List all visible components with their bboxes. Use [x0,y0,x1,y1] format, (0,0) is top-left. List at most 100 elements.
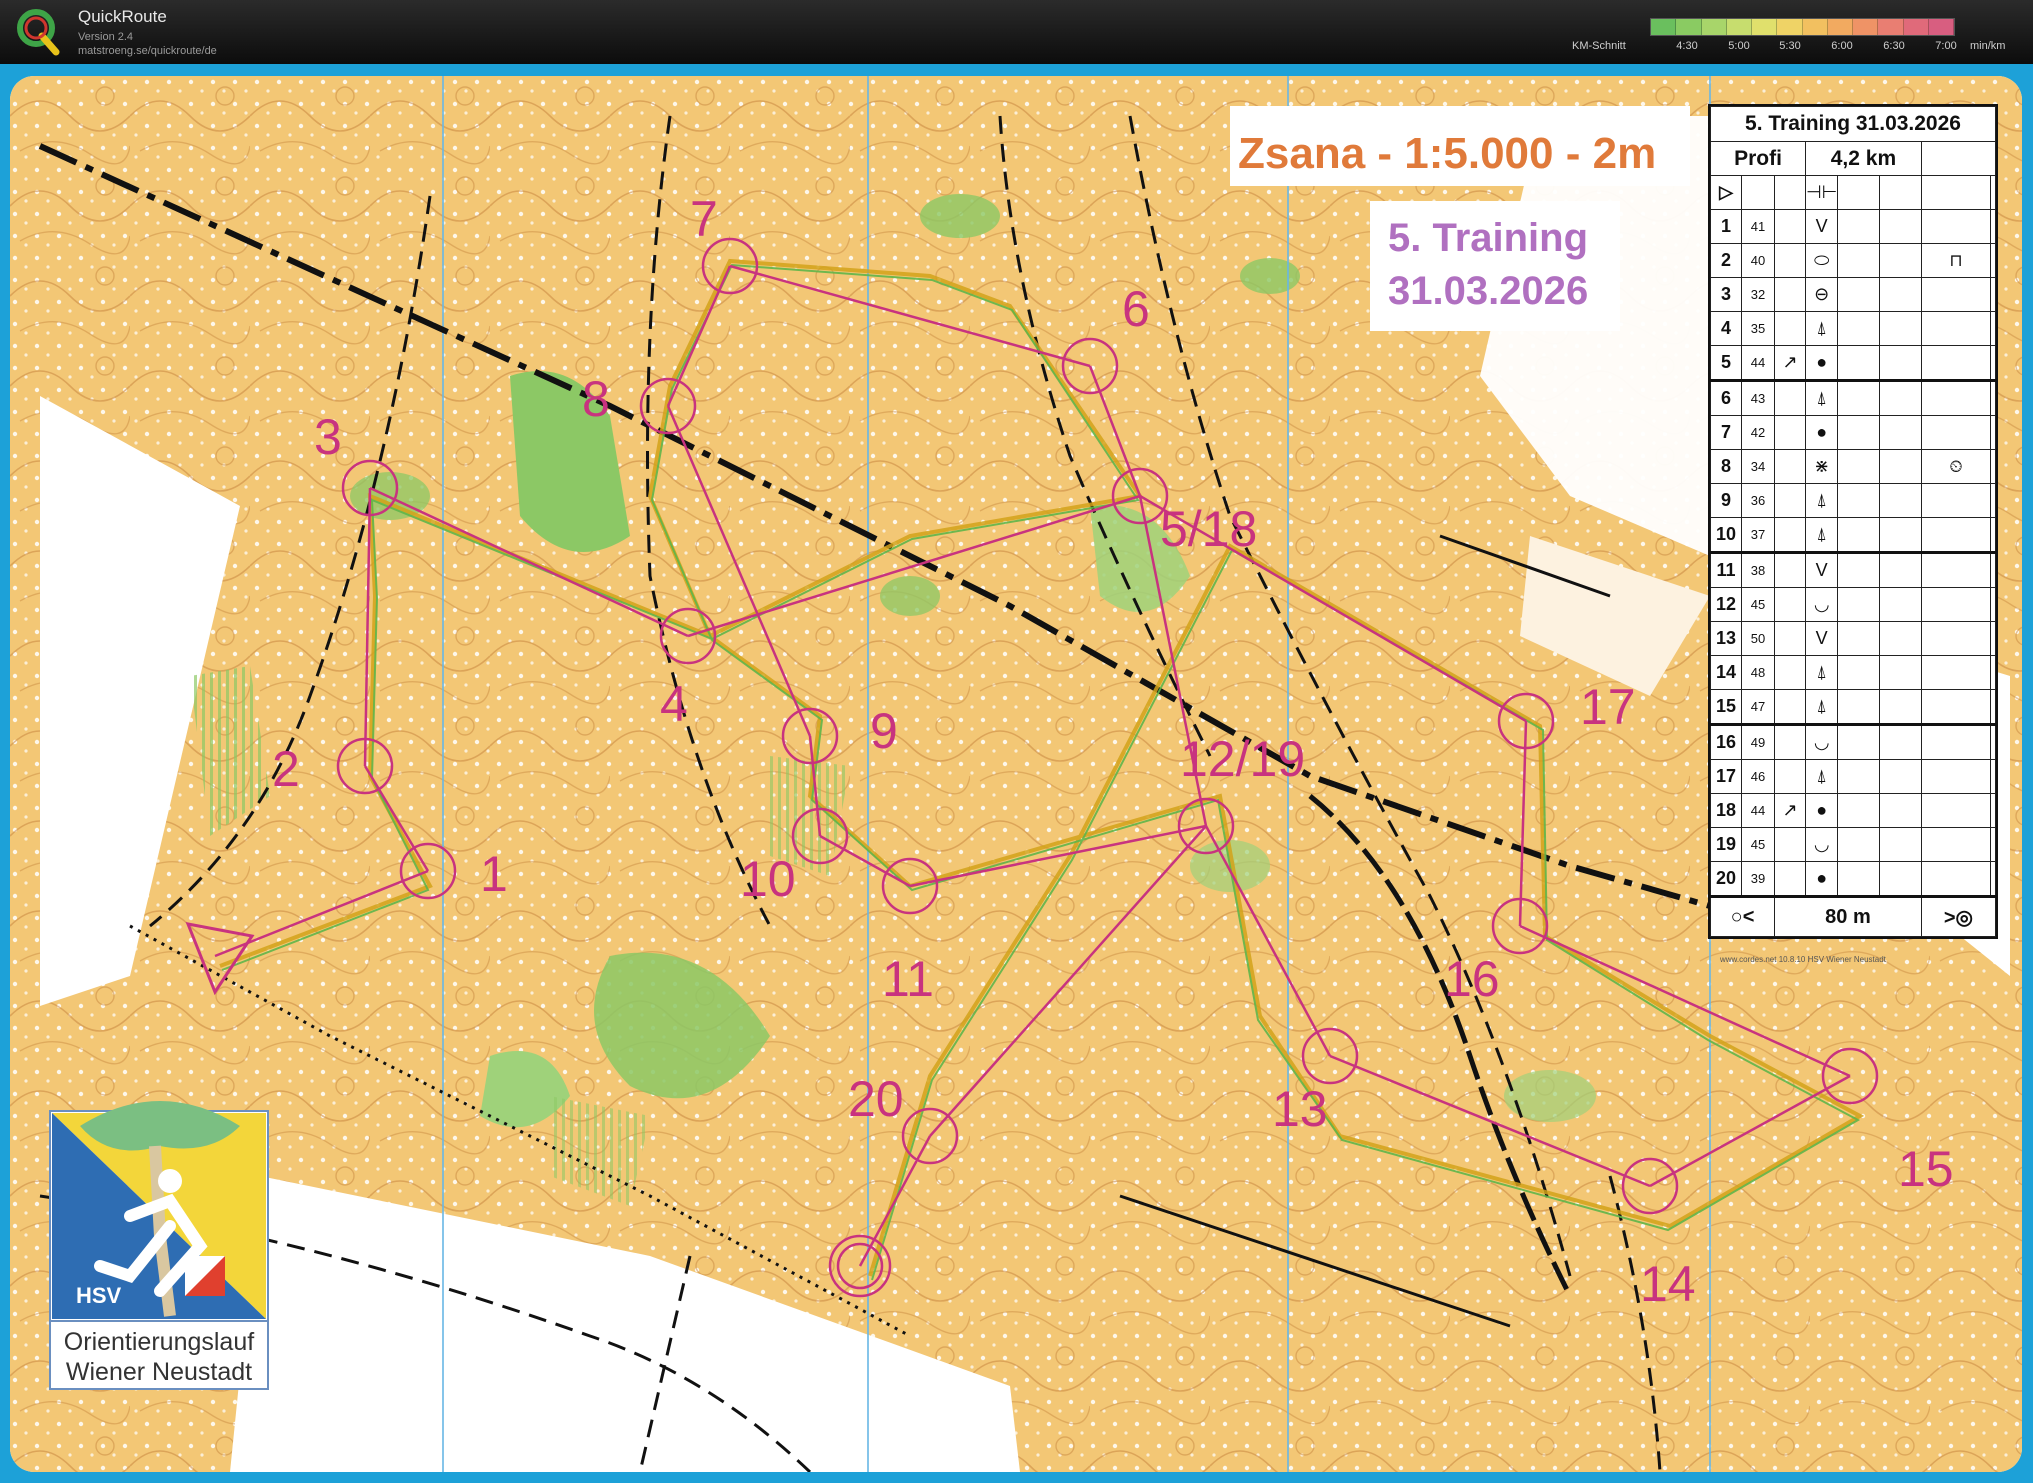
legend-cell [1879,724,1922,760]
legend-control-code: 47 [1741,689,1775,725]
speed-scale-segment [1802,19,1828,35]
legend-extra [1920,827,1992,862]
legend-control-code: 46 [1741,759,1775,794]
legend-cell [1879,793,1922,828]
legend-row: 17 46 ⍋ [1710,759,1996,794]
legend-feature: ⋇ [1804,449,1839,484]
legend-row: 4 35 ⍋ [1710,311,1996,346]
control-label: 13 [1272,1081,1328,1137]
speed-scale-segment [1726,19,1752,35]
legend-feature: ⍋ [1804,311,1839,346]
legend-cell [1837,311,1881,346]
legend-row: 2 40 ⬭ ⊓ [1710,243,1996,278]
quickroute-logo-icon [17,9,60,56]
legend-direction: ↗ [1774,793,1806,828]
legend-cell [1990,793,1996,828]
legend-feature: ⬭ [1804,243,1839,278]
legend-extra [1920,311,1992,346]
legend-cell [1990,587,1996,622]
legend-cell [1837,243,1881,278]
legend-feature: ◡ [1804,587,1839,622]
club-name-line1: Orientierungslauf [64,1328,254,1356]
legend-cell [1879,621,1922,656]
legend-cell [1990,861,1996,897]
legend-cell [1990,311,1996,346]
legend-extra [1920,415,1992,450]
control-label: 3 [314,409,342,465]
legend-feature: ⍋ [1804,483,1839,518]
legend-direction [1774,861,1806,897]
control-label: 4 [660,676,688,732]
legend-feature: ⍋ [1804,689,1839,725]
speed-scale-segment [1827,19,1853,35]
speed-scale-segment [1903,19,1929,35]
legend-length: 4,2 km [1805,141,1922,176]
legend-direction [1774,724,1806,760]
legend-direction [1774,243,1806,278]
legend-control-number: 5 [1710,345,1742,381]
legend-row: 11 38 V [1710,552,1996,588]
app-url[interactable]: matstroeng.se/quickroute/de [78,45,217,57]
legend-cell [1837,861,1881,897]
speed-scale-segment [1878,19,1904,35]
legend-control-code: 38 [1741,552,1775,588]
vegetation-green [1504,1070,1596,1122]
legend-extra: ⊓ [1920,243,1992,278]
legend-direction [1774,209,1806,244]
speed-label: KM-Schnitt [1572,40,1626,52]
speed-scale-segment [1777,19,1803,35]
legend-extra [1920,483,1992,518]
legend-cell [1990,345,1996,381]
legend-cell [1879,827,1922,862]
legend-row: 1 41 V [1710,209,1996,244]
legend-control-number: 9 [1710,483,1742,518]
legend-control-number: 18 [1710,793,1742,828]
legend-start-symbol: ▷ [1710,175,1742,210]
control-label: 11 [882,951,934,1007]
legend-feature: ◡ [1804,827,1839,862]
legend-row: 19 45 ◡ [1710,827,1996,862]
legend-row: 13 50 V [1710,621,1996,656]
app-version: Version 2.4 [78,31,134,43]
legend-cell [1879,587,1922,622]
legend-cell [1879,345,1922,381]
vegetation-green [1240,258,1300,294]
speed-tick: 6:30 [1883,40,1905,52]
control-label: 1 [480,846,508,902]
speed-scale-segment [1752,19,1778,35]
legend-cell [1990,380,1996,416]
legend-direction [1774,380,1806,416]
legend-direction [1774,277,1806,312]
legend-cell [1990,655,1996,690]
legend-extra [1920,552,1992,588]
legend-extra [1920,380,1992,416]
legend-control-number: 8 [1710,449,1742,484]
speed-tick: 4:30 [1676,40,1698,52]
legend-control-code: 44 [1741,793,1775,828]
control-label: 14 [1640,1256,1696,1312]
speed-scale-segment [1928,19,1954,35]
legend-control-number: 7 [1710,415,1742,450]
legend-feature: V [1804,621,1839,656]
legend-row: 16 49 ◡ [1710,724,1996,760]
control-label: 2 [272,741,300,797]
legend-control-code: 50 [1741,621,1775,656]
legend-extra: ⏲ [1920,449,1992,484]
control-label: 17 [1580,679,1636,735]
legend-cell [1879,655,1922,690]
legend-cell [1837,793,1881,828]
legend-direction [1774,311,1806,346]
legend-cell [1837,345,1881,381]
legend-row: 10 37 ⍋ [1710,517,1996,553]
legend-cell [1879,449,1922,484]
map-title: Zsana - 1:5.000 - 2m [1238,129,1656,178]
legend-finish-right: >◎ [1920,896,1997,937]
legend-cell [1990,759,1996,794]
speed-tick: 5:00 [1728,40,1750,52]
legend-rows: 1 41 V 2 40 ⬭ ⊓ 3 32 ⊖ 4 35 ⍋ 5 44 ↗ ● 6 43 ⍋ 7 42 ● 8 34 ⋇ ⏲ 9 36 ⍋ 1… [1710,209,1996,897]
legend-cell [1879,311,1922,346]
vegetation-green [920,194,1000,238]
legend-cell [1837,759,1881,794]
legend-cell [1879,380,1922,416]
legend-control-code: 34 [1741,449,1775,484]
